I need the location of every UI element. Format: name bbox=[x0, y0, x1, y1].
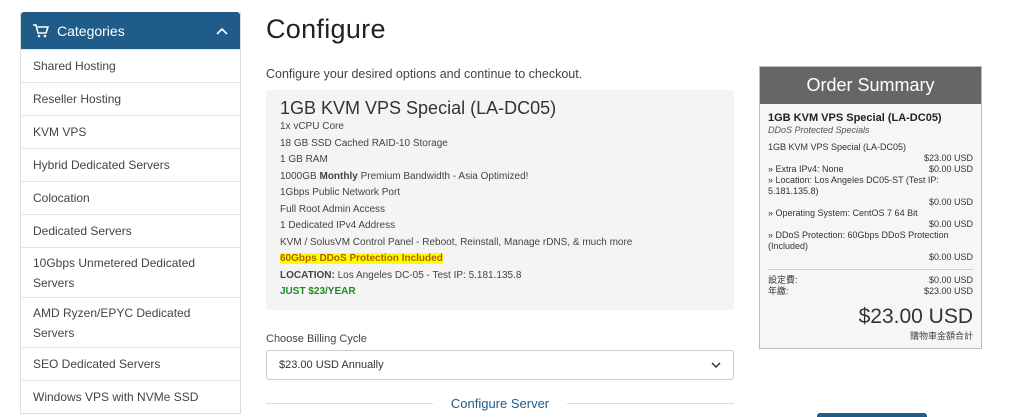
categories-header[interactable]: Categories bbox=[21, 12, 240, 49]
location-label: LOCATION: bbox=[280, 269, 335, 281]
configure-server-heading: Configure Server bbox=[450, 396, 550, 411]
sidebar-item-reseller-hosting[interactable]: Reseller Hosting bbox=[21, 82, 240, 115]
summary-extra-ipv4-row: » Extra IPv4: None $0.00 USD bbox=[768, 164, 973, 175]
summary-ddos: » DDoS Protection: 60Gbps DDoS Protectio… bbox=[768, 230, 949, 251]
summary-ddos-price: $0.00 USD bbox=[928, 252, 973, 262]
product-price-line: JUST $23/YEAR bbox=[280, 286, 356, 297]
page-title: Configure bbox=[266, 14, 386, 44]
summary-os: » Operating System: CentOS 7 64 Bit bbox=[768, 208, 918, 218]
summary-extra-ipv4-price: $0.00 USD bbox=[928, 164, 973, 174]
product-feature: Full Root Admin Access bbox=[280, 203, 386, 215]
summary-annual-price: $23.00 USD bbox=[923, 286, 973, 296]
order-summary-panel: Order Summary 1GB KVM VPS Special (LA-DC… bbox=[759, 66, 982, 349]
product-feature-ddos: 60Gbps DDoS Protection Included bbox=[280, 251, 720, 268]
product-feature: 18 GB SSD Cached RAID-10 Storage bbox=[280, 137, 448, 149]
summary-location: » Location: Los Angeles DC05-ST (Test IP… bbox=[768, 175, 939, 196]
summary-base-price: $23.00 USD bbox=[923, 153, 973, 163]
summary-setup-row: 設定費: $0.00 USD bbox=[768, 275, 973, 286]
page-subtitle: Configure your desired options and conti… bbox=[266, 67, 583, 81]
product-feature-location: LOCATION: Los Angeles DC-05 - Test IP: 5… bbox=[280, 268, 720, 285]
product-feature: 1x vCPU Core bbox=[280, 121, 344, 132]
sidebar-item-amd-ryzen-epyc[interactable]: AMD Ryzen/EPYC Dedicated Servers bbox=[21, 297, 240, 347]
billing-cycle-value: $23.00 USD Annually bbox=[279, 359, 384, 371]
checkout-button[interactable] bbox=[817, 413, 927, 417]
chevron-down-icon bbox=[711, 361, 721, 368]
billing-cycle-label: Choose Billing Cycle bbox=[266, 333, 367, 345]
order-summary-title: Order Summary bbox=[760, 67, 981, 104]
bandwidth-period: Monthly bbox=[319, 170, 358, 182]
bandwidth-amount: 1000GB bbox=[280, 170, 320, 182]
summary-divider bbox=[768, 269, 973, 270]
summary-extra-ipv4: » Extra IPv4: None bbox=[768, 164, 844, 174]
categories-title: Categories bbox=[57, 22, 125, 39]
configure-server-heading-row: Configure Server bbox=[266, 396, 734, 411]
summary-base-name: 1GB KVM VPS Special (LA-DC05) bbox=[768, 142, 907, 152]
chevron-up-icon[interactable] bbox=[216, 27, 228, 35]
billing-cycle-select[interactable]: $23.00 USD Annually bbox=[266, 350, 734, 380]
ddos-highlight: 60Gbps DDoS Protection Included bbox=[280, 253, 443, 264]
sidebar-item-dedicated-servers[interactable]: Dedicated Servers bbox=[21, 214, 240, 247]
location-value: Los Angeles DC-05 - Test IP: 5.181.135.8 bbox=[334, 269, 522, 281]
sidebar-item-shared-hosting[interactable]: Shared Hosting bbox=[21, 49, 240, 82]
product-feature: 1 Dedicated IPv4 Address bbox=[280, 220, 396, 231]
product-feature: 1 GB RAM bbox=[280, 154, 328, 165]
summary-setup-price: $0.00 USD bbox=[928, 275, 973, 285]
summary-total-label: 購物車金額合計 bbox=[909, 331, 973, 341]
divider bbox=[567, 403, 734, 404]
summary-annual-row: 年繳: $23.00 USD bbox=[768, 286, 973, 297]
summary-os-price: $0.00 USD bbox=[928, 219, 973, 229]
product-name: 1GB KVM VPS Special (LA-DC05) bbox=[280, 98, 557, 118]
bandwidth-desc: Premium Bandwidth - Asia Optimized! bbox=[357, 170, 529, 182]
summary-product-group: DDoS Protected Specials bbox=[768, 125, 870, 135]
sidebar-item-kvm-vps[interactable]: KVM VPS bbox=[21, 115, 240, 148]
category-sidebar: Categories Shared Hosting Reseller Hosti… bbox=[20, 12, 241, 414]
shopping-cart-icon bbox=[33, 23, 49, 37]
product-feature: 1Gbps Public Network Port bbox=[280, 187, 401, 198]
divider bbox=[266, 403, 433, 404]
summary-setup-label: 設定費: bbox=[768, 275, 798, 285]
sidebar-item-10gbps-unmetered[interactable]: 10Gbps Unmetered Dedicated Servers bbox=[21, 247, 240, 297]
summary-annual-label: 年繳: bbox=[768, 286, 789, 296]
product-feature: KVM / SolusVM Control Panel - Reboot, Re… bbox=[280, 236, 633, 248]
sidebar-item-hybrid-dedicated[interactable]: Hybrid Dedicated Servers bbox=[21, 148, 240, 181]
sidebar-item-colocation[interactable]: Colocation bbox=[21, 181, 240, 214]
summary-product-name: 1GB KVM VPS Special (LA-DC05) bbox=[768, 112, 942, 124]
product-info-panel: 1GB KVM VPS Special (LA-DC05) 1x vCPU Co… bbox=[266, 90, 734, 310]
sidebar-item-seo-dedicated[interactable]: SEO Dedicated Servers bbox=[21, 347, 240, 380]
summary-location-price: $0.00 USD bbox=[928, 197, 973, 207]
summary-total: $23.00 USD bbox=[858, 305, 973, 328]
product-feature-bandwidth: 1000GB Monthly Premium Bandwidth - Asia … bbox=[280, 169, 720, 186]
sidebar-item-windows-vps[interactable]: Windows VPS with NVMe SSD bbox=[21, 380, 240, 413]
